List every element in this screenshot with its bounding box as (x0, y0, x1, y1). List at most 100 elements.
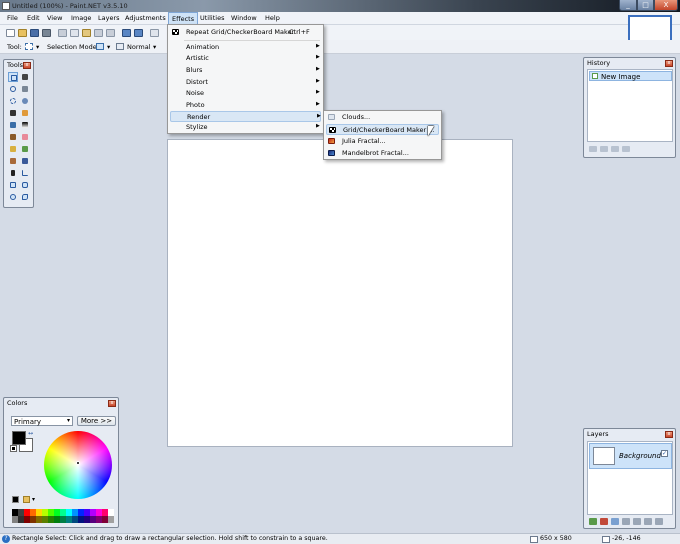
open-icon[interactable] (18, 29, 27, 37)
duplicate-layer-icon[interactable] (611, 518, 619, 525)
rounded-rectangle-tool[interactable] (20, 180, 30, 190)
ellipse-select-tool[interactable] (8, 96, 18, 106)
menu-utilities[interactable]: Utilities (200, 14, 224, 22)
paintbrush-tool[interactable] (8, 132, 18, 142)
blend-mode-arrow-icon[interactable]: ▾ (153, 43, 156, 51)
reset-colors-icon[interactable] (10, 445, 17, 452)
palette-menu-icon[interactable] (23, 496, 30, 503)
layer-properties-icon[interactable] (655, 518, 663, 525)
submenu-grid-checkerboard-maker[interactable]: Grid/CheckerBoard Maker ... (326, 124, 439, 135)
palette-color[interactable] (108, 509, 114, 516)
lasso-tool[interactable] (8, 84, 18, 94)
swap-colors-icon[interactable]: ↔ (28, 430, 33, 437)
image-canvas[interactable] (167, 139, 513, 447)
line-curve-tool[interactable] (20, 168, 30, 178)
add-layer-icon[interactable] (589, 518, 597, 525)
zoom-icon[interactable] (150, 29, 159, 37)
move-selection-tool[interactable] (20, 84, 30, 94)
menu-file[interactable]: File (7, 14, 18, 22)
submenu-clouds[interactable]: Clouds... (326, 112, 439, 123)
save-icon[interactable] (30, 29, 39, 37)
history-last-icon[interactable] (622, 146, 630, 152)
color-wheel[interactable] (44, 431, 112, 499)
history-redo-icon[interactable] (611, 146, 619, 152)
menu-render[interactable]: Render ▶ (170, 111, 321, 122)
minimize-button[interactable]: _ (619, 0, 637, 11)
palette-swatch-icon[interactable] (12, 496, 19, 503)
submenu-julia-fractal[interactable]: Julia Fractal... (326, 136, 439, 147)
menu-animation[interactable]: Animation ▶ (170, 42, 321, 53)
menu-blurs[interactable]: Blurs ▶ (170, 65, 321, 76)
menu-layers[interactable]: Layers (98, 14, 120, 22)
recolor-tool[interactable] (20, 156, 30, 166)
tool-label: Tool: (7, 43, 22, 51)
delete-layer-icon[interactable] (600, 518, 608, 525)
menu-edit[interactable]: Edit (27, 14, 40, 22)
layer-row-background[interactable]: Background ✓ (589, 443, 672, 469)
rectangle-select-icon[interactable] (25, 43, 33, 50)
color-wheel-cursor[interactable] (76, 461, 80, 465)
history-first-icon[interactable] (589, 146, 597, 152)
menu-window[interactable]: Window (231, 14, 257, 22)
color-picker-tool[interactable] (20, 144, 30, 154)
submenu-mandelbrot-fractal[interactable]: Mandelbrot Fractal... (326, 148, 439, 159)
pan-tool[interactable] (20, 108, 30, 118)
history-undo-icon[interactable] (600, 146, 608, 152)
redo-icon[interactable] (134, 29, 143, 37)
undo-icon[interactable] (122, 29, 131, 37)
tools-panel-close-icon[interactable]: x (23, 62, 31, 69)
menu-help[interactable]: Help (265, 14, 280, 22)
crop-icon[interactable] (94, 29, 103, 37)
layer-visibility-checkbox[interactable]: ✓ (661, 450, 668, 457)
menu-view[interactable]: View (47, 14, 62, 22)
eraser-tool[interactable] (20, 132, 30, 142)
selection-mode-icon[interactable] (96, 43, 104, 50)
menu-repeat-effect[interactable]: Repeat Grid/CheckerBoard Maker Ctrl+F (170, 27, 321, 38)
history-panel-close-icon[interactable]: x (665, 60, 673, 67)
rectangle-tool[interactable] (8, 180, 18, 190)
new-icon[interactable] (6, 29, 15, 37)
menu-image[interactable]: Image (71, 14, 91, 22)
menu-adjustments[interactable]: Adjustments (125, 14, 166, 22)
menu-noise[interactable]: Noise ▶ (170, 88, 321, 99)
gradient-tool[interactable] (20, 120, 30, 130)
deselect-icon[interactable] (106, 29, 115, 37)
pencil-tool[interactable] (8, 144, 18, 154)
merge-layer-icon[interactable] (622, 518, 630, 525)
copy-icon[interactable] (70, 29, 79, 37)
zoom-tool[interactable] (20, 96, 30, 106)
paste-icon[interactable] (82, 29, 91, 37)
history-item-new-image[interactable]: New Image (589, 71, 672, 81)
blend-mode-icon[interactable] (116, 43, 124, 50)
primary-color-swatch[interactable] (12, 431, 26, 445)
app-icon[interactable] (2, 2, 10, 10)
cut-icon[interactable] (58, 29, 67, 37)
paint-bucket-tool[interactable] (8, 120, 18, 130)
menu-stylize[interactable]: Stylize ▶ (170, 122, 321, 133)
ellipse-tool[interactable] (8, 192, 18, 202)
close-button[interactable]: X (654, 0, 678, 11)
tool-dropdown-arrow-icon[interactable]: ▾ (36, 43, 39, 51)
palette-color[interactable] (108, 516, 114, 523)
rectangle-select-tool[interactable] (8, 72, 18, 82)
colors-panel-close-icon[interactable]: x (108, 400, 116, 407)
more-colors-button[interactable]: More >> (77, 416, 116, 426)
selection-mode-arrow-icon[interactable]: ▾ (107, 43, 110, 51)
palette-menu-arrow-icon[interactable]: ▾ (32, 496, 35, 503)
maximize-button[interactable]: □ (637, 0, 654, 11)
layers-panel-close-icon[interactable]: x (665, 431, 673, 438)
menu-distort[interactable]: Distort ▶ (170, 77, 321, 88)
move-tool[interactable] (20, 72, 30, 82)
clone-stamp-tool[interactable] (8, 156, 18, 166)
print-icon[interactable] (42, 29, 51, 37)
color-mode-select[interactable]: Primary ▾ (11, 416, 73, 426)
menu-photo[interactable]: Photo ▶ (170, 100, 321, 111)
move-layer-down-icon[interactable] (644, 518, 652, 525)
magic-wand-tool[interactable] (8, 108, 18, 118)
move-layer-up-icon[interactable] (633, 518, 641, 525)
blend-mode-select[interactable]: Normal (127, 43, 151, 51)
menu-item-label: Stylize (186, 123, 208, 131)
text-tool[interactable] (8, 168, 18, 178)
menu-artistic[interactable]: Artistic ▶ (170, 53, 321, 64)
freeform-shape-tool[interactable] (20, 192, 30, 202)
